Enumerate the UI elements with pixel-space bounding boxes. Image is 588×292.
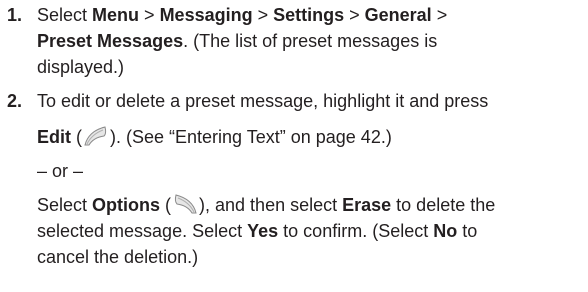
options-label: Options bbox=[92, 195, 161, 215]
text: cancel the deletion.) bbox=[37, 247, 199, 267]
text: displayed.) bbox=[37, 57, 125, 77]
step-text: Select Menu > Messaging > Settings > Gen… bbox=[37, 2, 588, 80]
messaging-label: Messaging bbox=[159, 5, 253, 25]
text: to delete the bbox=[391, 195, 496, 215]
text: Select bbox=[37, 195, 93, 215]
edit-label: Edit bbox=[37, 127, 71, 147]
instruction-document: 1. Select Menu > Messaging > Settings > … bbox=[0, 0, 588, 292]
text: > bbox=[344, 5, 365, 25]
menu-label: Menu bbox=[92, 5, 140, 25]
preset-messages-label: Preset Messages bbox=[37, 31, 184, 51]
text: ), and then select bbox=[199, 195, 343, 215]
text: (See “Entering Text” on page 42.) bbox=[121, 127, 392, 147]
step-text: To edit or delete a preset message, high… bbox=[37, 88, 588, 270]
yes-label: Yes bbox=[247, 221, 279, 241]
text: (The list of preset messages is bbox=[188, 31, 438, 51]
no-label: No bbox=[433, 221, 458, 241]
text: to bbox=[457, 221, 478, 241]
left-softkey-icon bbox=[83, 125, 109, 147]
or-separator: – or – bbox=[37, 158, 588, 184]
text: > bbox=[431, 5, 448, 25]
text: ( bbox=[160, 195, 172, 215]
text: selected message. Select bbox=[37, 221, 248, 241]
text: – or – bbox=[37, 161, 84, 181]
step-line: cancel the deletion.) bbox=[37, 244, 588, 270]
general-label: General bbox=[364, 5, 432, 25]
settings-label: Settings bbox=[273, 5, 345, 25]
step-line: Select Options ( ), and then select Erase… bbox=[37, 192, 588, 218]
step-line: Select Menu > Messaging > Settings > Gen… bbox=[37, 2, 588, 28]
text: > bbox=[139, 5, 160, 25]
step-number: 2. bbox=[7, 91, 23, 111]
text: ). bbox=[110, 127, 121, 147]
text: To edit or delete a preset message, high… bbox=[37, 91, 489, 111]
text: ( bbox=[71, 127, 82, 147]
text: > bbox=[252, 5, 274, 25]
text: to confirm. (Select bbox=[278, 221, 434, 241]
step-line: selected message. Select Yes to confirm.… bbox=[37, 218, 588, 244]
step-line: Edit (). (See “Entering Text” on page 42… bbox=[37, 124, 588, 150]
text: Select bbox=[37, 5, 88, 25]
step-number: 1. bbox=[7, 5, 23, 25]
erase-label: Erase bbox=[342, 195, 392, 215]
step-line: To edit or delete a preset message, high… bbox=[37, 88, 588, 114]
step-line: Preset Messages. (The list of preset mes… bbox=[37, 28, 588, 54]
right-softkey-icon bbox=[172, 193, 198, 215]
step-line: displayed.) bbox=[37, 54, 588, 80]
